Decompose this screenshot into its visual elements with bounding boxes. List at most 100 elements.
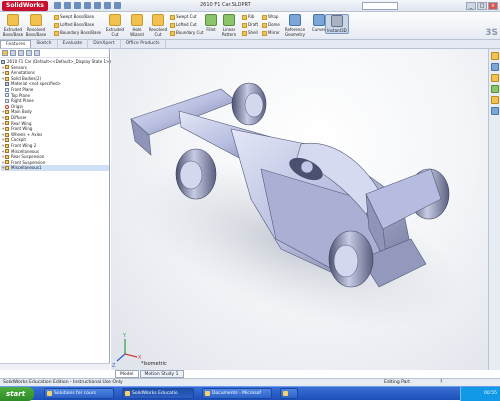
tab-motion-study[interactable]: Motion Study 1 xyxy=(139,370,184,378)
rebuild-icon[interactable] xyxy=(103,2,111,9)
revolve-icon xyxy=(30,14,42,26)
graphics-area[interactable]: Y X Z *Isometric xyxy=(111,49,488,370)
display-manager-icon[interactable] xyxy=(34,50,40,56)
dome-button[interactable]: Dome xyxy=(262,21,280,28)
folder-icon xyxy=(5,132,9,137)
folder-icon xyxy=(5,110,9,115)
triad-y-label: Y xyxy=(122,333,127,339)
start-button[interactable]: start xyxy=(0,387,34,401)
print-icon[interactable] xyxy=(83,2,91,9)
coordinate-triad[interactable]: Y X Z xyxy=(112,333,142,369)
draft-icon xyxy=(242,22,247,28)
lofted-cut-button[interactable]: Lofted Cut xyxy=(170,21,197,28)
lofted-boss-button[interactable]: Lofted Boss/Base xyxy=(54,21,94,28)
title-bar: SolidWorks 2610 F1 Car.SLDPRT _ □ × xyxy=(0,0,500,12)
part-icon xyxy=(1,59,5,64)
quick-access-toolbar xyxy=(53,2,121,9)
appearances-icon[interactable] xyxy=(491,96,499,104)
search-input[interactable] xyxy=(362,2,398,10)
configuration-manager-icon[interactable] xyxy=(18,50,24,56)
swept-cut-button[interactable]: Swept Cut xyxy=(170,13,197,20)
feature-manager-panel: 2610 F1 Car (Default<<Default>_Display S… xyxy=(0,49,111,370)
rib-icon xyxy=(242,14,247,20)
swept-icon xyxy=(54,14,59,20)
taskbar-item[interactable]: SolidWorks Educatio xyxy=(122,388,194,399)
curves-icon xyxy=(313,14,325,26)
new-icon[interactable] xyxy=(53,2,61,9)
triad-z-label: Z xyxy=(112,363,116,369)
design-library-icon[interactable] xyxy=(491,63,499,71)
boundary-boss-button[interactable]: Boundary Boss/Base xyxy=(54,29,101,36)
extruded-cut-icon xyxy=(109,14,121,26)
view-palette-icon[interactable] xyxy=(491,85,499,93)
swept-boss-button[interactable]: Swept Boss/Base xyxy=(54,13,94,20)
boundary-cut-button[interactable]: Boundary Cut xyxy=(170,29,203,36)
folder-icon xyxy=(5,154,9,159)
dimxpert-manager-icon[interactable] xyxy=(26,50,32,56)
shell-button[interactable]: Shell xyxy=(242,29,258,36)
open-icon[interactable] xyxy=(63,2,71,9)
reference-geometry-button[interactable]: Reference Geometry xyxy=(280,14,310,37)
tree-item[interactable]: + Miscellaneous1 xyxy=(1,165,109,171)
editing-status: Editing Part xyxy=(384,380,410,385)
close-button[interactable]: × xyxy=(488,2,498,10)
instant3d-icon xyxy=(331,15,343,27)
minimize-button[interactable]: _ xyxy=(466,2,476,10)
lofted-cut-icon xyxy=(170,22,175,28)
part-icon xyxy=(5,82,9,87)
taskbar-item[interactable]: Solutions for cours xyxy=(44,388,114,399)
tab-evaluate[interactable]: Evaluate xyxy=(58,40,89,48)
instant3d-button[interactable]: Instant3D xyxy=(325,14,349,34)
wrap-button[interactable]: Wrap xyxy=(262,13,278,20)
resources-icon[interactable] xyxy=(491,52,499,60)
rib-button[interactable]: Rib xyxy=(242,13,254,20)
taskbar-item[interactable] xyxy=(280,388,298,399)
help-icon[interactable]: ? xyxy=(440,379,442,386)
tab-model[interactable]: Model xyxy=(115,370,139,378)
file-explorer-icon[interactable] xyxy=(491,74,499,82)
f1-car-model[interactable]: Y X Z *Isometric xyxy=(111,49,488,370)
tab-office-products[interactable]: Office Products xyxy=(121,40,166,48)
tab-features[interactable]: Features xyxy=(0,40,32,48)
save-icon[interactable] xyxy=(73,2,81,9)
extrude-icon xyxy=(7,14,19,26)
plane-icon xyxy=(5,98,9,103)
tree-item-label: Miscellaneous1 xyxy=(11,165,42,171)
folder-icon xyxy=(5,65,9,70)
task-pane xyxy=(488,49,500,370)
system-tray-clock: 00:55 xyxy=(460,387,500,401)
custom-properties-icon[interactable] xyxy=(491,107,499,115)
undo-icon[interactable] xyxy=(93,2,101,9)
extruded-cut-button[interactable]: Extruded Cut xyxy=(104,14,126,37)
draft-button[interactable]: Draft xyxy=(242,21,258,28)
linear-pattern-button[interactable]: Linear Pattern xyxy=(218,14,240,37)
options-icon[interactable] xyxy=(113,2,121,9)
revolved-cut-icon xyxy=(152,14,164,26)
folder-icon xyxy=(5,126,9,131)
tab-dimxpert[interactable]: DimXpert xyxy=(88,40,121,48)
maximize-button[interactable]: □ xyxy=(477,2,487,10)
taskbar-item[interactable]: Documents - Microsof xyxy=(202,388,272,399)
feature-manager-icon[interactable] xyxy=(2,50,8,56)
revolved-cut-button[interactable]: Revolved Cut xyxy=(147,14,169,37)
tree-items: + Sensors + Annotations + Solid Bodies(2) Mate… xyxy=(1,65,109,171)
property-manager-icon[interactable] xyxy=(10,50,16,56)
hole-wizard-button[interactable]: Hole Wizard xyxy=(126,14,148,37)
revolved-boss-button[interactable]: Revolved Boss/Base xyxy=(25,14,47,37)
folder-icon xyxy=(5,70,9,75)
windows-taskbar: start Solutions for cours SolidWorks Edu… xyxy=(0,386,500,401)
status-bar: SolidWorks Education Edition - Instructi… xyxy=(0,378,500,386)
mirror-icon xyxy=(262,30,267,36)
dome-icon xyxy=(262,22,267,28)
solidworks-logo[interactable]: SolidWorks xyxy=(2,0,48,11)
feature-tree: 2610 F1 Car (Default<<Default>_Display S… xyxy=(0,58,111,171)
extruded-boss-button[interactable]: Extruded Boss/Base xyxy=(2,14,24,37)
reference-geometry-icon xyxy=(289,14,301,26)
window-controls: _ □ × xyxy=(466,2,498,10)
folder-icon xyxy=(5,115,9,120)
status-text: SolidWorks Education Edition - Instructi… xyxy=(3,380,123,385)
plane-icon xyxy=(5,87,9,92)
tab-sketch[interactable]: Sketch xyxy=(31,40,58,48)
mirror-button[interactable]: Mirror xyxy=(262,29,280,36)
window-title: 2610 F1 Car.SLDPRT xyxy=(200,2,251,8)
